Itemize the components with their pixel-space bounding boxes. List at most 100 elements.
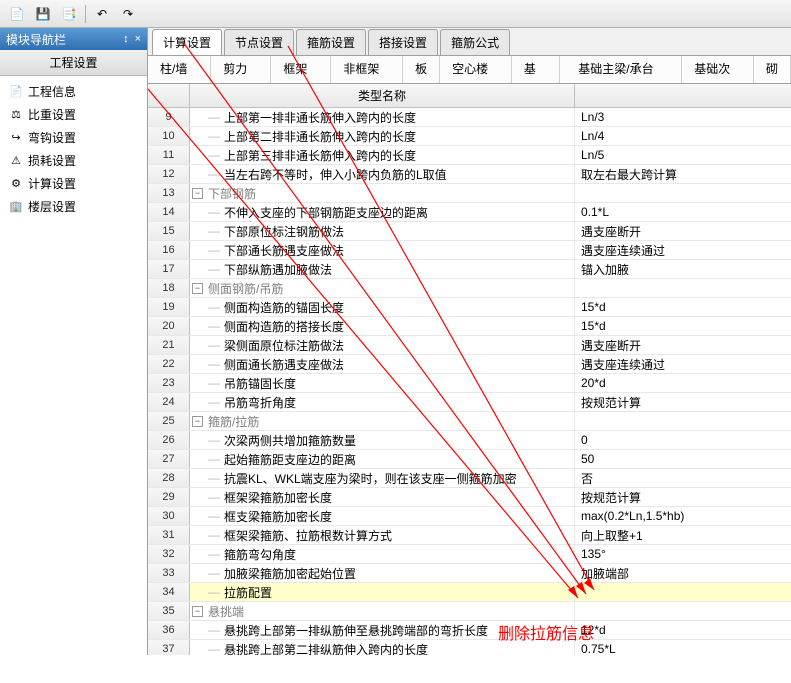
row-name-cell[interactable]: —吊筋锚固长度 [190,374,575,392]
row-name-cell[interactable]: —抗震KL、WKL端支座为梁时，则在该支座一侧箍筋加密 [190,469,575,487]
row-name-cell[interactable]: —框架梁箍筋加密长度 [190,488,575,506]
expander-icon[interactable]: − [192,416,203,427]
row-value-cell[interactable]: 15*d [575,317,791,335]
row-value-cell[interactable]: 锚入加腋 [575,260,791,278]
row-value-cell[interactable]: 遇支座断开 [575,222,791,240]
undo-button[interactable]: ↶ [90,2,114,26]
save-button[interactable]: 💾 [31,2,55,26]
table-row[interactable]: 28—抗震KL、WKL端支座为梁时，则在该支座一侧箍筋加密否 [148,469,791,488]
row-value-cell[interactable]: 0.75*L [575,640,791,655]
table-row[interactable]: 32—箍筋弯勾角度135° [148,545,791,564]
row-value-cell[interactable] [575,583,791,601]
row-name-cell[interactable]: —起始箍筋距支座边的距离 [190,450,575,468]
tab-secondary-6[interactable]: 基础 [512,56,560,83]
tab-secondary-5[interactable]: 空心楼盖 [440,56,512,83]
row-value-cell[interactable]: 遇支座连续通过 [575,241,791,259]
table-row[interactable]: 36—悬挑跨上部第一排纵筋伸至悬挑跨端部的弯折长度12*d [148,621,791,640]
table-row[interactable]: 33—加腋梁箍筋加密起始位置加腋端部 [148,564,791,583]
close-icon[interactable]: × [135,33,141,45]
row-name-cell[interactable]: —加腋梁箍筋加密起始位置 [190,564,575,582]
tab-secondary-8[interactable]: 基础次梁 [682,56,754,83]
sidebar-item-1[interactable]: ⚖比重设置 [2,103,145,126]
row-value-cell[interactable]: 0.1*L [575,203,791,221]
expander-icon[interactable]: − [192,188,203,199]
tab-secondary-1[interactable]: 剪力墙 [211,56,271,83]
row-value-cell[interactable]: 遇支座断开 [575,336,791,354]
row-value-cell[interactable]: 0 [575,431,791,449]
row-name-cell[interactable]: −侧面钢筋/吊筋 [190,279,575,297]
table-row[interactable]: 16—下部通长筋遇支座做法遇支座连续通过 [148,241,791,260]
row-value-cell[interactable]: 15*d [575,298,791,316]
row-value-cell[interactable]: Ln/3 [575,108,791,126]
new-file-button[interactable]: 📄 [5,2,29,26]
row-name-cell[interactable]: —侧面构造筋的搭接长度 [190,317,575,335]
row-name-cell[interactable]: −悬挑端 [190,602,575,620]
row-value-cell[interactable]: 否 [575,469,791,487]
table-row[interactable]: 26—次梁两侧共增加箍筋数量0 [148,431,791,450]
tab-primary-1[interactable]: 节点设置 [224,29,294,55]
table-row[interactable]: 24—吊筋弯折角度按规范计算 [148,393,791,412]
sidebar-section-header[interactable]: 工程设置 [0,50,147,76]
table-row[interactable]: 29—框架梁箍筋加密长度按规范计算 [148,488,791,507]
row-value-cell[interactable]: 20*d [575,374,791,392]
row-name-cell[interactable]: —上部第二排非通长筋伸入跨内的长度 [190,127,575,145]
row-value-cell[interactable]: 按规范计算 [575,393,791,411]
row-name-cell[interactable]: —悬挑跨上部第一排纵筋伸至悬挑跨端部的弯折长度 [190,621,575,639]
expander-icon[interactable]: − [192,606,203,617]
expander-icon[interactable]: − [192,283,203,294]
row-name-cell[interactable]: —上部第一排非通长筋伸入跨内的长度 [190,108,575,126]
row-name-cell[interactable]: —梁侧面原位标注筋做法 [190,336,575,354]
row-name-cell[interactable]: —侧面通长筋遇支座做法 [190,355,575,373]
row-value-cell[interactable]: Ln/4 [575,127,791,145]
row-name-cell[interactable]: —不伸入支座的下部钢筋距支座边的距离 [190,203,575,221]
grid-body[interactable]: 9—上部第一排非通长筋伸入跨内的长度Ln/310—上部第二排非通长筋伸入跨内的长… [148,108,791,655]
tab-secondary-4[interactable]: 板 [403,56,440,83]
table-row[interactable]: 27—起始箍筋距支座边的距离50 [148,450,791,469]
row-name-cell[interactable]: —框架梁箍筋、拉筋根数计算方式 [190,526,575,544]
row-name-cell[interactable]: −下部钢筋 [190,184,575,202]
row-name-cell[interactable]: —吊筋弯折角度 [190,393,575,411]
tab-secondary-2[interactable]: 框架梁 [271,56,331,83]
table-row[interactable]: 35−悬挑端 [148,602,791,621]
pin-icon[interactable]: ↕ [123,33,129,45]
row-name-cell[interactable]: —当左右跨不等时，伸入小跨内负筋的L取值 [190,165,575,183]
print-button[interactable]: 📑 [57,2,81,26]
row-name-cell[interactable]: —箍筋弯勾角度 [190,545,575,563]
row-name-cell[interactable]: −箍筋/拉筋 [190,412,575,430]
row-value-cell[interactable] [575,184,791,202]
row-value-cell[interactable]: 遇支座连续通过 [575,355,791,373]
row-value-cell[interactable]: 按规范计算 [575,488,791,506]
sidebar-item-3[interactable]: ⚠损耗设置 [2,149,145,172]
row-value-cell[interactable]: 加腋端部 [575,564,791,582]
sidebar-item-2[interactable]: ↪弯钩设置 [2,126,145,149]
table-row[interactable]: 22—侧面通长筋遇支座做法遇支座连续通过 [148,355,791,374]
table-row[interactable]: 10—上部第二排非通长筋伸入跨内的长度Ln/4 [148,127,791,146]
row-name-cell[interactable]: —侧面构造筋的锚固长度 [190,298,575,316]
sidebar-item-5[interactable]: 🏢楼层设置 [2,195,145,218]
table-row[interactable]: 9—上部第一排非通长筋伸入跨内的长度Ln/3 [148,108,791,127]
row-value-cell[interactable]: 向上取整+1 [575,526,791,544]
tab-secondary-0[interactable]: 柱/墙柱 [148,56,211,83]
row-value-cell[interactable] [575,412,791,430]
table-row[interactable]: 21—梁侧面原位标注筋做法遇支座断开 [148,336,791,355]
table-row[interactable]: 18−侧面钢筋/吊筋 [148,279,791,298]
row-name-cell[interactable]: —悬挑跨上部第二排纵筋伸入跨内的长度 [190,640,575,655]
table-row[interactable]: 17—下部纵筋遇加腋做法锚入加腋 [148,260,791,279]
redo-button[interactable]: ↷ [116,2,140,26]
tab-secondary-9[interactable]: 砌 [754,56,791,83]
sidebar-item-4[interactable]: ⚙计算设置 [2,172,145,195]
table-row[interactable]: 23—吊筋锚固长度20*d [148,374,791,393]
table-row[interactable]: 37—悬挑跨上部第二排纵筋伸入跨内的长度0.75*L [148,640,791,655]
tab-primary-0[interactable]: 计算设置 [152,29,222,55]
table-row[interactable]: 12—当左右跨不等时，伸入小跨内负筋的L取值取左右最大跨计算 [148,165,791,184]
tab-secondary-3[interactable]: 非框架梁 [331,56,403,83]
row-value-cell[interactable] [575,602,791,620]
table-row[interactable]: 34—拉筋配置 [148,583,791,602]
row-name-cell[interactable]: —下部原位标注钢筋做法 [190,222,575,240]
table-row[interactable]: 15—下部原位标注钢筋做法遇支座断开 [148,222,791,241]
table-row[interactable]: 11—上部第三排非通长筋伸入跨内的长度Ln/5 [148,146,791,165]
sidebar-item-0[interactable]: 📄工程信息 [2,80,145,103]
table-row[interactable]: 14—不伸入支座的下部钢筋距支座边的距离0.1*L [148,203,791,222]
table-row[interactable]: 20—侧面构造筋的搭接长度15*d [148,317,791,336]
row-value-cell[interactable]: 135° [575,545,791,563]
